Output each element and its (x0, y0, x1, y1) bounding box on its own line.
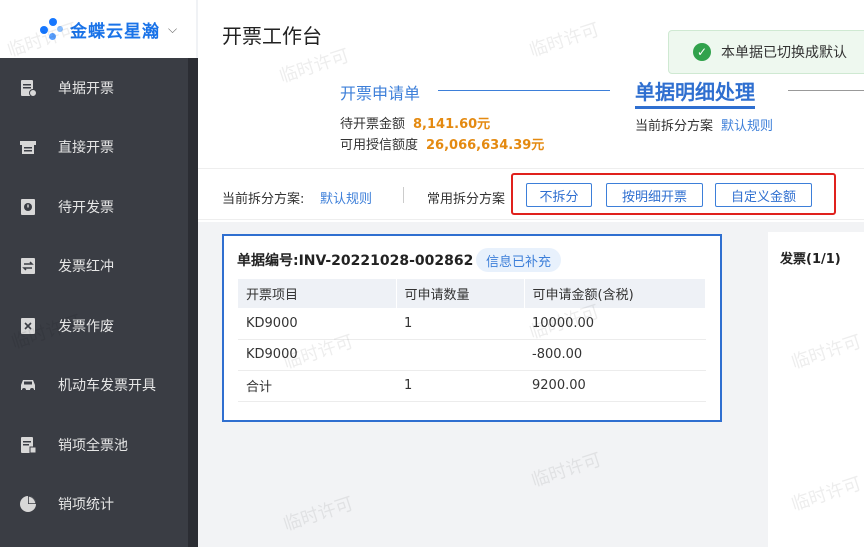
sidebar-item-invoice-pool[interactable]: 销项全票池 (0, 415, 188, 475)
available-credit: 可用授信额度 26,066,634.39元 (340, 134, 544, 153)
sidebar-item-sales-statistics[interactable]: 销项统计 (0, 475, 188, 535)
sidebar-nav: 单据开票 直接开票 待开发票 发票红冲 发票作废 机动车发票开具 销项全票池 销… (0, 58, 188, 534)
pending-amount-value: 8,141.60元 (413, 117, 491, 132)
car-icon (18, 375, 38, 395)
invoice-preview-card[interactable]: 发票(1/1) (768, 232, 864, 547)
sidebar-item-label: 机动车发票开具 (58, 378, 156, 395)
document-detail-card[interactable]: 单据编号:INV-20221028-002862 信息已补充 开票项目 可申请数… (222, 234, 722, 422)
step-detail-processing[interactable]: 单据明细处理 (635, 76, 755, 109)
split-plan-bar: 当前拆分方案: 默认规则 常用拆分方案 不拆分 按明细开票 自定义金额 (198, 168, 864, 220)
common-split-label: 常用拆分方案 (427, 192, 506, 207)
sidebar-item-vehicle-invoice[interactable]: 机动车发票开具 (0, 356, 188, 416)
sidebar-item-void-invoice[interactable]: 发票作废 (0, 296, 188, 356)
credit-value: 26,066,634.39元 (426, 138, 545, 153)
process-steps: 开票申请单 单据明细处理 待开票金额 8,141.60元 可用授信额度 26,066… (198, 62, 864, 162)
sidebar-item-document-invoicing[interactable]: 单据开票 (0, 58, 188, 118)
sidebar-item-label: 发票红冲 (58, 259, 114, 276)
sidebar-item-label: 销项统计 (58, 497, 114, 514)
table-cell: KD9000 (238, 308, 396, 340)
table-cell: 合计 (238, 370, 396, 402)
table-header-row: 开票项目 可申请数量 可申请金额(含税) (238, 279, 706, 308)
table-row[interactable]: KD9000 -800.00 (238, 339, 706, 371)
custom-amount-button[interactable]: 自定义金额 (715, 183, 812, 207)
table-cell: 1 (396, 308, 524, 340)
chevron-down-icon[interactable]: ⌵ (168, 22, 177, 37)
current-plan-value: 默认规则 (721, 119, 774, 134)
pie-chart-icon (18, 494, 38, 514)
success-toast: ✓ 本单据已切换成默认 (668, 30, 864, 74)
step-application-form[interactable]: 开票申请单 (340, 80, 420, 104)
credit-label: 可用授信额度 (340, 138, 419, 153)
check-circle-icon: ✓ (693, 43, 711, 61)
table-cell (396, 339, 524, 371)
sidebar-item-label: 待开发票 (58, 199, 114, 216)
sidebar-item-direct-invoicing[interactable]: 直接开票 (0, 118, 188, 178)
step-connector (788, 90, 864, 91)
current-split-value[interactable]: 默认规则 (320, 188, 372, 207)
table-cell: KD9000 (238, 339, 396, 371)
status-badge: 信息已补充 (476, 248, 562, 272)
column-header: 可申请金额(含税) (524, 279, 706, 308)
column-header: 可申请数量 (396, 279, 525, 308)
table-row[interactable]: KD9000 1 10000.00 (238, 308, 706, 340)
table-cell: 9200.00 (524, 370, 706, 402)
toast-message: 本单据已切换成默认 (721, 45, 847, 61)
sidebar-item-label: 单据开票 (58, 80, 114, 97)
printer-icon (18, 137, 38, 157)
swap-icon (18, 256, 38, 276)
sidebar-item-red-reversal[interactable]: 发票红冲 (0, 237, 188, 297)
invoice-count-title: 发票(1/1) (780, 252, 841, 267)
column-header: 开票项目 (238, 279, 397, 308)
detail-table: 开票项目 可申请数量 可申请金额(含税) KD9000 1 10000.00 K… (238, 279, 706, 402)
table-cell: -800.00 (524, 339, 706, 371)
sidebar-item-pending-invoices[interactable]: 待开发票 (0, 177, 188, 237)
app-logo-text: 金蝶云星瀚 (70, 21, 160, 42)
table-cell: 10000.00 (524, 308, 706, 340)
current-plan-summary: 当前拆分方案 默认规则 (635, 115, 773, 134)
sidebar-item-label: 销项全票池 (58, 437, 128, 454)
page-title: 开票工作台 (222, 24, 322, 48)
divider (403, 187, 404, 203)
pending-amount-label: 待开票金额 (340, 117, 406, 132)
pending-amount: 待开票金额 8,141.60元 (340, 113, 490, 132)
table-row: 合计 1 9200.00 (238, 370, 706, 402)
table-cell: 1 (396, 370, 524, 402)
app-switcher[interactable]: 金蝶云星瀚 ⌵ (0, 0, 196, 58)
current-plan-label: 当前拆分方案 (635, 119, 714, 134)
step-connector (438, 90, 610, 91)
kingdee-logo-icon (38, 16, 64, 42)
main-content: 开票工作台 开票申请单 单据明细处理 待开票金额 8,141.60元 可用授信额度… (198, 0, 864, 547)
document-icon (18, 78, 38, 98)
document-number: 单据编号:INV-20221028-002862 (237, 253, 474, 269)
pending-invoice-icon (18, 197, 38, 217)
split-by-detail-button[interactable]: 按明细开票 (606, 183, 703, 207)
invoice-pool-icon (18, 435, 38, 455)
current-split-label: 当前拆分方案: (222, 192, 305, 207)
no-split-button[interactable]: 不拆分 (526, 183, 592, 207)
void-icon (18, 316, 38, 336)
sidebar-item-label: 直接开票 (58, 140, 114, 157)
sidebar-collapse-strip[interactable] (188, 58, 198, 547)
sidebar-item-label: 发票作废 (58, 318, 114, 335)
